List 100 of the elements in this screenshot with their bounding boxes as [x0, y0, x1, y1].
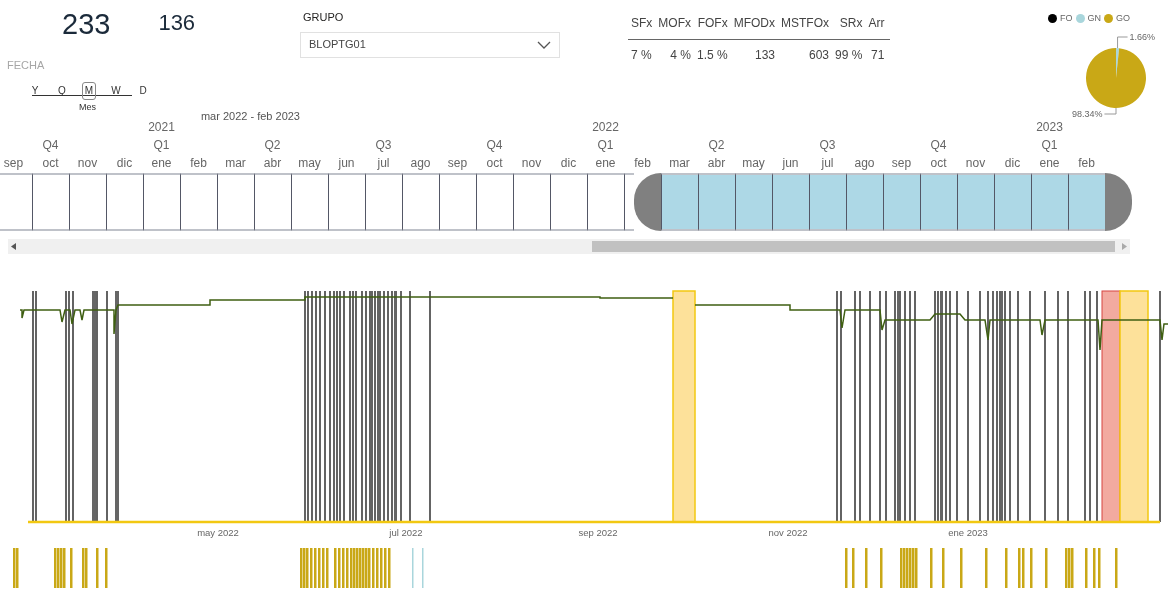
month-label: sep	[3, 156, 24, 170]
column-header: MOFx	[658, 12, 697, 40]
month-cell[interactable]	[217, 173, 254, 231]
month-cell[interactable]	[994, 173, 1031, 231]
month-label: feb	[190, 156, 207, 170]
data-label: 98.34%	[1071, 108, 1103, 118]
month-label: sep	[447, 156, 468, 170]
month-cell[interactable]	[587, 173, 624, 231]
granularity-option[interactable]: Y	[28, 81, 42, 100]
leader-line	[1103, 107, 1117, 114]
year-label: 2021	[148, 120, 175, 134]
date-range-text: mar 2022 - feb 2023	[200, 108, 300, 124]
scrollbar-thumb[interactable]	[592, 241, 1115, 252]
group-dropdown[interactable]: BLOPTG01	[300, 31, 560, 58]
column-header: Arr	[868, 12, 891, 40]
month-cell[interactable]	[735, 173, 772, 231]
month-cell[interactable]	[513, 173, 550, 231]
chevron-down-icon	[537, 40, 551, 49]
month-cell[interactable]	[698, 173, 735, 231]
range-handle[interactable]	[1105, 173, 1132, 231]
granularity-caption: Mes	[79, 100, 96, 114]
month-cell[interactable]	[365, 173, 402, 231]
year-label: 2022	[592, 120, 619, 134]
month-cell[interactable]	[920, 173, 957, 231]
column-header: SFx	[628, 12, 659, 40]
month-label: ene	[151, 156, 172, 170]
month-label: ago	[410, 156, 431, 170]
scroll-left-icon[interactable]	[11, 243, 16, 250]
month-label: feb	[634, 156, 651, 170]
month-cell[interactable]	[0, 173, 32, 231]
month-cell[interactable]	[957, 173, 994, 231]
month-label: may	[742, 156, 765, 170]
column-header: SRx	[835, 12, 869, 40]
field-label: GRUPO	[303, 10, 345, 25]
month-label: mar	[225, 156, 246, 170]
month-cell[interactable]	[439, 173, 476, 231]
table-cell: 4 %	[658, 39, 697, 64]
legend-label: GN	[1087, 12, 1101, 25]
month-cell[interactable]	[772, 173, 809, 231]
month-cell[interactable]	[291, 173, 328, 231]
axis-label: nov 2022	[768, 527, 808, 538]
kpi-value: 136	[158, 12, 196, 37]
month-label: jul	[377, 156, 390, 170]
month-cell[interactable]	[476, 173, 513, 231]
table-cell: 603	[781, 39, 836, 64]
month-cell[interactable]	[661, 173, 698, 231]
month-cell[interactable]	[846, 173, 883, 231]
scrollbar[interactable]	[8, 239, 1130, 254]
quarter-label: Q1	[153, 138, 170, 152]
quarter-label: Q2	[264, 138, 281, 152]
range-handle[interactable]	[634, 173, 661, 231]
quarter-label: Q3	[819, 138, 836, 152]
month-label: nov	[521, 156, 542, 170]
legend-label: GO	[1116, 12, 1130, 25]
axis-label: sep 2022	[578, 527, 618, 538]
month-cell[interactable]	[69, 173, 106, 231]
month-label: mar	[669, 156, 690, 170]
column-header: MSTFOx	[781, 12, 836, 40]
table-cell: 7 %	[628, 39, 659, 64]
month-label: ene	[595, 156, 616, 170]
month-label: jul	[821, 156, 834, 170]
column-header: FOFx	[697, 12, 734, 40]
table-cell: 1.5 %	[697, 39, 734, 64]
granularity-option[interactable]: W	[109, 81, 123, 100]
quarter-label: Q2	[708, 138, 725, 152]
month-label: feb	[1078, 156, 1095, 170]
month-cell[interactable]	[106, 173, 143, 231]
month-cell[interactable]	[402, 173, 439, 231]
year-label: 2023	[1036, 120, 1063, 134]
month-label: ago	[854, 156, 875, 170]
axis-label: jul 2022	[389, 527, 423, 538]
month-label: abr	[263, 156, 282, 170]
month-cell[interactable]	[143, 173, 180, 231]
month-cell[interactable]	[550, 173, 587, 231]
quarter-label: Q4	[42, 138, 59, 152]
month-cell[interactable]	[180, 173, 217, 231]
kpi-value: 233	[62, 10, 111, 39]
month-cell[interactable]	[883, 173, 920, 231]
month-cell[interactable]	[1068, 173, 1105, 231]
data-label: 1.66%	[1129, 31, 1156, 42]
month-label: dic	[116, 156, 133, 170]
column-header: MFODx	[733, 12, 782, 40]
leader-line	[1117, 36, 1129, 49]
month-cell[interactable]	[254, 173, 291, 231]
month-cell[interactable]	[624, 173, 634, 231]
month-cell[interactable]	[328, 173, 365, 231]
month-cell[interactable]	[1031, 173, 1068, 231]
month-cell[interactable]	[32, 173, 69, 231]
granularity-option[interactable]: M	[82, 81, 96, 100]
month-label: ene	[1039, 156, 1060, 170]
legend-label: FO	[1060, 12, 1073, 25]
quarter-label: Q3	[375, 138, 392, 152]
month-label: dic	[560, 156, 577, 170]
month-cell[interactable]	[809, 173, 846, 231]
month-label: nov	[965, 156, 986, 170]
granularity-option[interactable]: D	[136, 81, 150, 100]
month-label: jun	[338, 156, 355, 170]
month-label: oct	[486, 156, 503, 170]
axis-label: may 2022	[197, 527, 239, 538]
slicer-title: FECHA	[7, 58, 46, 73]
